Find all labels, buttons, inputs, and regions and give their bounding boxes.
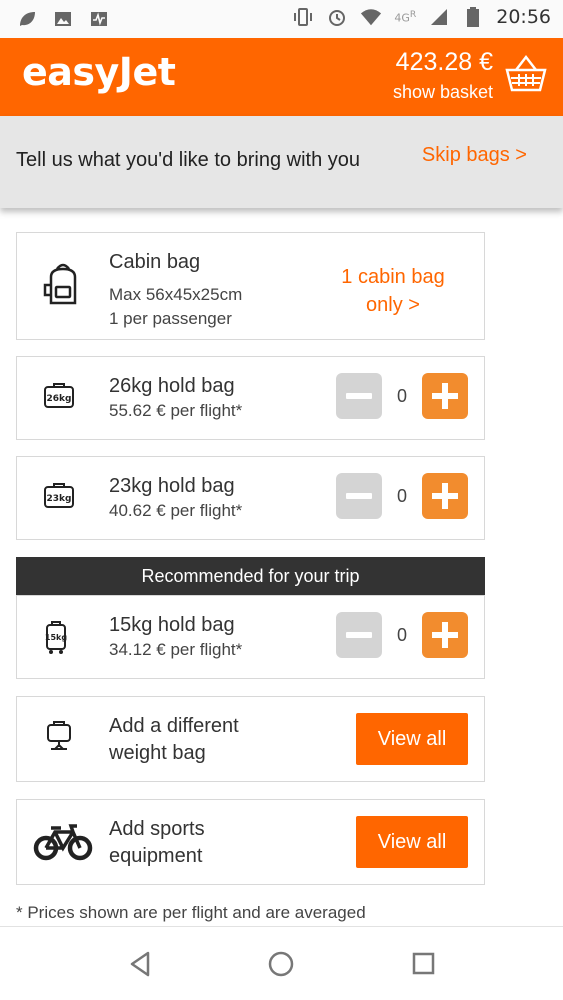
battery-icon	[462, 6, 484, 28]
quantity-value: 0	[396, 385, 407, 406]
hold-bag-card: 26kg 26kg hold bag 55.62 € per flight* 0	[16, 356, 485, 440]
svg-text:15kg: 15kg	[45, 633, 67, 642]
recents-icon[interactable]	[408, 949, 438, 979]
basket-icon[interactable]	[503, 52, 549, 98]
suitcase-23kg-icon: 23kg	[43, 481, 83, 521]
signal-icon	[428, 6, 450, 28]
backpack-icon	[43, 261, 83, 305]
activity-icon	[88, 8, 110, 30]
bag-price: 55.62 € per flight*	[109, 401, 243, 420]
app-header: easyJet 423.28 € show basket	[0, 38, 563, 116]
cabin-bag-size: Max 56x45x25cm	[109, 285, 243, 304]
svg-text:26kg: 26kg	[47, 394, 72, 404]
bag-scale-icon	[43, 719, 83, 759]
bag-title: 26kg hold bag	[109, 375, 235, 397]
sports-equipment-card: Add sports equipment View all	[16, 799, 485, 885]
decrease-button[interactable]	[336, 373, 382, 419]
cabin-bag-limit: 1 per passenger	[109, 309, 232, 328]
skip-bags-link[interactable]: Skip bags >	[422, 144, 527, 167]
decrease-button[interactable]	[336, 612, 382, 658]
cabin-bag-only-link[interactable]: 1 cabin bag only >	[328, 263, 458, 319]
bicycle-icon	[33, 822, 93, 862]
cabin-bag-title: Cabin bag	[109, 251, 201, 273]
hold-bag-card: 15kg 15kg hold bag 34.12 € per flight* 0	[16, 595, 485, 679]
basket-total[interactable]: 423.28 €	[396, 48, 493, 77]
home-icon[interactable]	[266, 949, 296, 979]
bag-price: 34.12 € per flight*	[109, 640, 243, 659]
easyjet-logo[interactable]: easyJet	[22, 50, 176, 94]
suitcase-26kg-icon: 26kg	[43, 381, 83, 421]
quantity-stepper: 0	[336, 473, 468, 519]
android-nav-bar	[0, 926, 563, 1000]
leaf-icon	[16, 8, 38, 30]
decrease-button[interactable]	[336, 473, 382, 519]
increase-button[interactable]	[422, 612, 468, 658]
wifi-icon	[360, 6, 382, 28]
image-icon	[52, 8, 74, 30]
increase-button[interactable]	[422, 473, 468, 519]
price-footnote: * Prices shown are per flight and are av…	[16, 903, 366, 922]
back-icon[interactable]	[126, 949, 156, 979]
network-type: 4GR	[394, 9, 417, 25]
suitcase-15kg-icon: 15kg	[43, 620, 83, 660]
hold-bag-card: 23kg 23kg hold bag 40.62 € per flight* 0	[16, 456, 485, 540]
alarm-icon	[326, 6, 348, 28]
bag-price: 40.62 € per flight*	[109, 501, 243, 520]
different-weight-card: Add a different weight bag View all	[16, 696, 485, 782]
sports-equipment-title: Add sports equipment	[109, 818, 205, 867]
bags-subheader: Tell us what you'd like to bring with yo…	[0, 116, 563, 208]
status-bar: 4GR 20:56	[0, 0, 563, 38]
page-title: Tell us what you'd like to bring with yo…	[16, 149, 360, 171]
bag-title: 15kg hold bag	[109, 614, 235, 636]
recommended-banner: Recommended for your trip	[16, 557, 485, 595]
vibrate-icon	[292, 6, 314, 28]
svg-text:23kg: 23kg	[47, 494, 72, 504]
quantity-stepper: 0	[336, 373, 468, 419]
clock: 20:56	[496, 6, 551, 28]
different-weight-title: Add a different weight bag	[109, 715, 239, 764]
quantity-stepper: 0	[336, 612, 468, 658]
view-all-weights-button[interactable]: View all	[356, 713, 468, 765]
view-all-sports-button[interactable]: View all	[356, 816, 468, 868]
bag-title: 23kg hold bag	[109, 475, 235, 497]
increase-button[interactable]	[422, 373, 468, 419]
quantity-value: 0	[396, 485, 407, 506]
quantity-value: 0	[396, 624, 407, 645]
show-basket-link[interactable]: show basket	[393, 82, 493, 103]
cabin-bag-card: Cabin bag Max 56x45x25cm 1 per passenger…	[16, 232, 485, 340]
